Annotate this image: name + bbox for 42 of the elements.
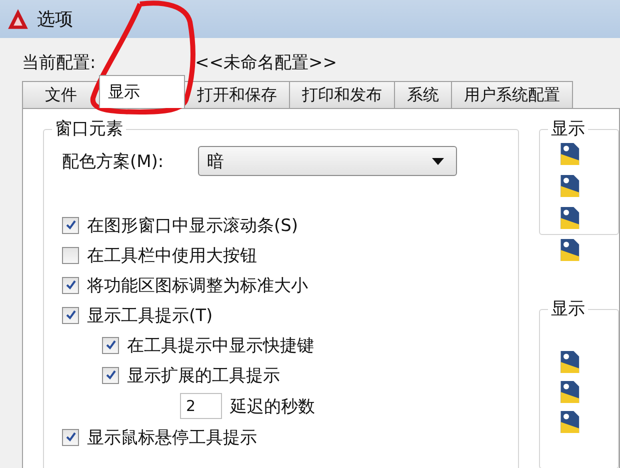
checkbox-label: 在工具栏中使用大按钮 (87, 244, 257, 266)
drawing-file-icon[interactable] (558, 142, 580, 166)
checkmark-icon (64, 309, 76, 321)
caret-icon (432, 158, 444, 164)
tab[interactable]: 打印和发布 (289, 81, 395, 108)
checkmark-icon (64, 431, 76, 443)
checkbox-label: 显示扩展的工具提示 (127, 364, 280, 386)
checkbox[interactable] (62, 216, 79, 234)
checkbox[interactable] (62, 276, 79, 294)
color-scheme-dropdown[interactable]: 暗 (198, 146, 457, 176)
field-label: 延迟的秒数 (230, 396, 315, 418)
checkbox[interactable] (62, 306, 79, 324)
checkmark-icon (64, 279, 76, 291)
drawing-file-icon[interactable] (558, 350, 580, 374)
checkbox-label: 在工具提示中显示快捷键 (127, 334, 314, 356)
drawing-file-icon[interactable] (558, 410, 580, 434)
checkmark-icon (104, 369, 116, 381)
delay-seconds-field[interactable]: 2 (180, 393, 222, 419)
checkbox-label: 在图形窗口中显示滚动条(S) (87, 214, 298, 236)
checkmark-icon (104, 339, 116, 351)
profile-label: 当前配置: (22, 52, 97, 74)
checkbox[interactable] (62, 246, 79, 264)
field-label: 配色方案(M): (62, 150, 165, 172)
checkbox-label: 显示鼠标悬停工具提示 (87, 426, 257, 448)
window-title: 选项 (37, 8, 73, 31)
drawing-file-icon[interactable] (558, 174, 580, 198)
checkbox[interactable] (102, 336, 119, 354)
drawing-file-icon[interactable] (558, 238, 580, 262)
tab[interactable]: 用户系统配置 (451, 81, 573, 108)
profile-name: <<未命名配置>> (195, 52, 337, 74)
checkbox[interactable] (62, 428, 79, 446)
checkbox[interactable] (102, 366, 119, 384)
tab[interactable]: 系统 (394, 81, 452, 108)
checkbox-label: 显示工具提示(T) (87, 304, 213, 326)
drawing-file-icon[interactable] (558, 380, 580, 404)
checkbox-label: 将功能区图标调整为标准大小 (87, 274, 308, 296)
drawing-file-icon[interactable] (558, 206, 580, 230)
tab[interactable]: 显示 (99, 75, 185, 108)
tab[interactable]: 打开和保存 (184, 81, 290, 108)
checkmark-icon (64, 219, 76, 231)
triangle-logo-icon (7, 8, 29, 30)
tab[interactable]: 文件 (22, 81, 100, 108)
